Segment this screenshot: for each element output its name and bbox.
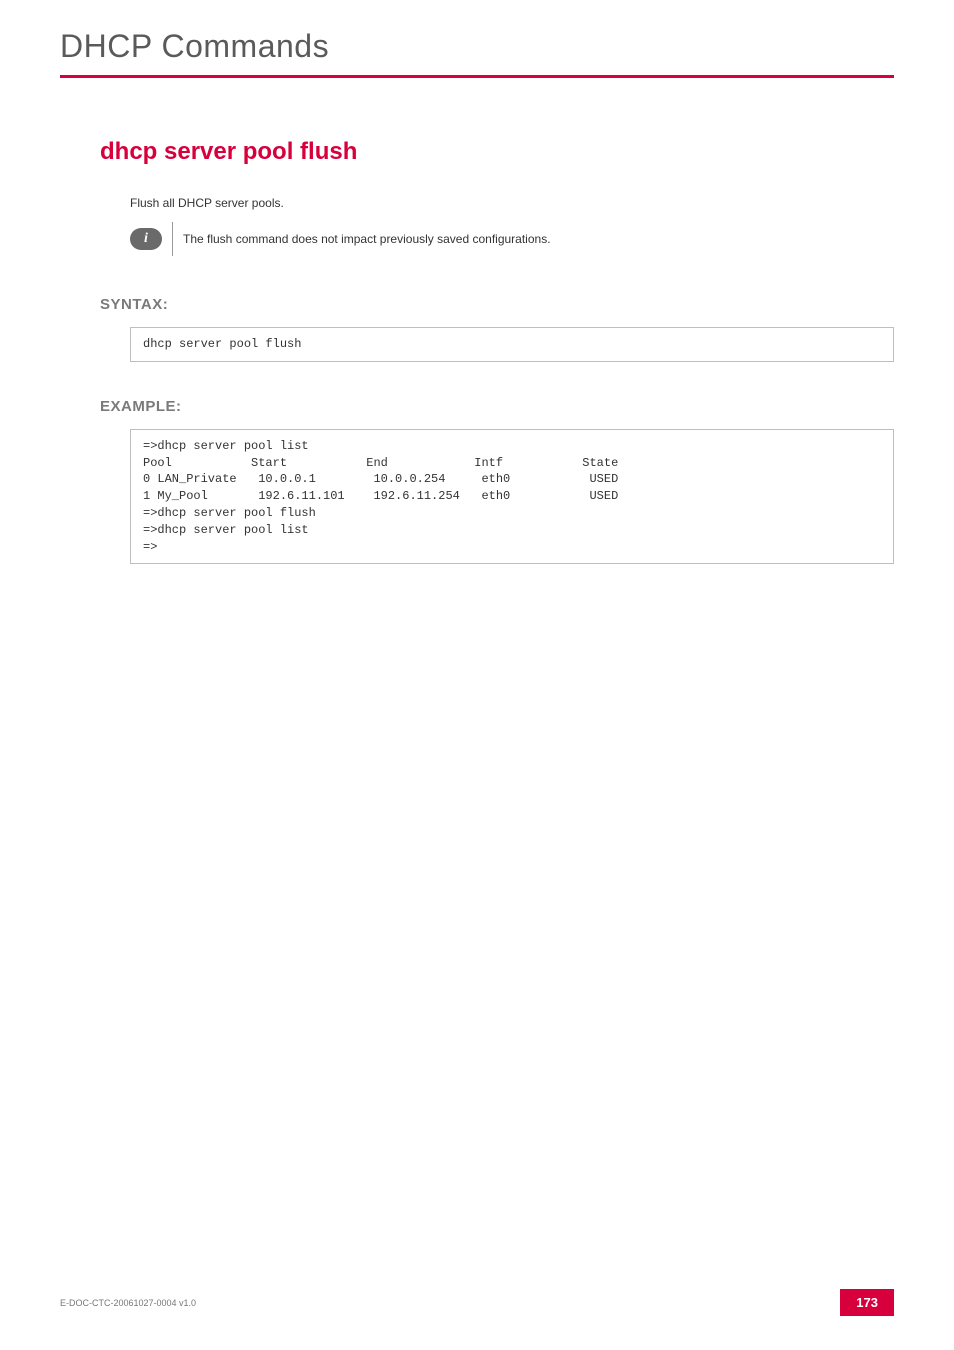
info-text: The flush command does not impact previo… [183,232,551,246]
footer-doc-id: E-DOC-CTC-20061027-0004 v1.0 [60,1298,196,1308]
chapter-title: DHCP Commands [60,28,894,65]
intro-text: Flush all DHCP server pools. [130,196,894,210]
syntax-heading: SYNTAX: [100,296,894,313]
footer-page-number: 173 [840,1289,894,1316]
red-divider [60,75,894,78]
footer: E-DOC-CTC-20061027-0004 v1.0 173 [60,1289,894,1316]
example-heading: EXAMPLE: [100,398,894,415]
syntax-code-box: dhcp server pool flush [130,327,894,362]
page: DHCP Commands dhcp server pool flush Flu… [0,0,954,1350]
section-title: dhcp server pool flush [100,138,894,166]
info-icon-glyph: i [144,231,148,247]
info-divider [172,222,173,256]
info-callout: i The flush command does not impact prev… [130,222,894,256]
info-icon: i [130,228,162,250]
example-code-box: =>dhcp server pool list Pool Start End I… [130,429,894,565]
